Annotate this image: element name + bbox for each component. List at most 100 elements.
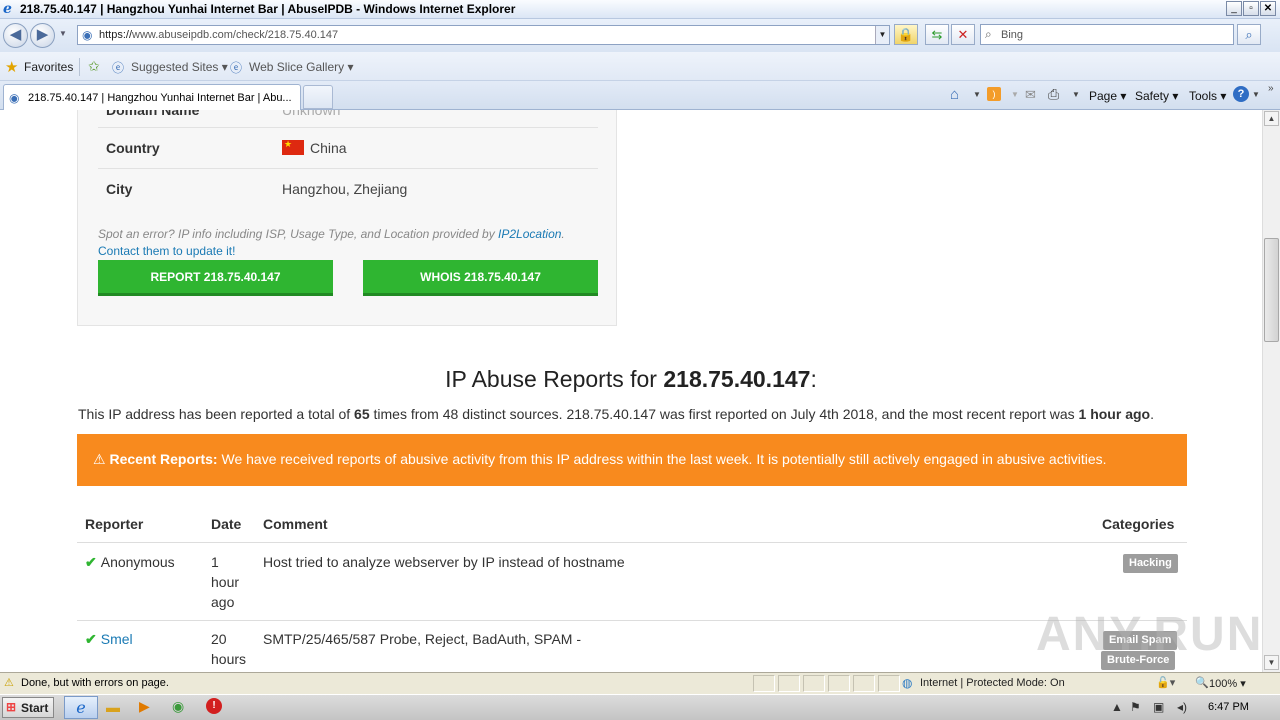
home-dropdown-icon[interactable]: ▼ [973, 90, 981, 99]
check-icon: ✔ [85, 631, 97, 647]
chrome-icon[interactable]: ◉ [172, 698, 184, 715]
suggested-sites-link[interactable]: Suggested Sites ▾ [131, 60, 228, 74]
status-cell [753, 675, 775, 692]
ip2location-link[interactable]: IP2Location [498, 227, 561, 241]
status-cell [828, 675, 850, 692]
page-icon: ◉ [82, 28, 93, 42]
network-icon[interactable]: ▣ [1153, 700, 1164, 714]
read-mail-icon[interactable]: ✉ [1025, 87, 1036, 103]
warning-icon: ⚠ [93, 451, 106, 467]
report-ip-button[interactable]: REPORT 218.75.40.147 [98, 260, 333, 296]
flag-icon[interactable]: ⚑ [1130, 700, 1141, 714]
web-slice-gallery-link[interactable]: Web Slice Gallery ▾ [249, 60, 354, 74]
address-dropdown-button[interactable]: ▼ [875, 26, 889, 44]
zoom-level[interactable]: 100% ▾ [1209, 677, 1246, 690]
recent-reports-alert: ⚠ Recent Reports: We have received repor… [77, 434, 1187, 486]
scroll-up-button[interactable]: ▲ [1264, 111, 1279, 126]
category-badge-hacking[interactable]: Hacking [1123, 554, 1178, 573]
page-content: Domain Name Unknown Country China City H… [0, 110, 1262, 672]
city-row: City Hangzhou, Zhejiang [98, 169, 598, 210]
zoom-icon: 🔍 [1195, 677, 1209, 689]
feeds-icon[interactable]: ) [987, 87, 1001, 101]
volume-icon[interactable]: ◂) [1177, 700, 1187, 714]
reporter-cell: ✔ Smel [85, 629, 133, 649]
status-cell [803, 675, 825, 692]
start-button[interactable]: ⊞ Start [2, 697, 54, 718]
domain-row: Domain Name Unknown [98, 110, 598, 128]
protected-mode-icon[interactable]: 🔓▾ [1156, 676, 1175, 689]
history-dropdown-icon[interactable]: ▼ [59, 29, 67, 38]
divider [79, 58, 80, 76]
tray-expand-icon[interactable]: ▲ [1111, 700, 1123, 714]
col-categories: Categories [1102, 516, 1175, 532]
windows-logo-icon: ⊞ [6, 700, 17, 714]
feeds-dropdown-icon[interactable]: ▼ [1011, 90, 1019, 99]
status-cell [853, 675, 875, 692]
tools-menu[interactable]: Tools ▾ [1189, 89, 1226, 103]
print-icon[interactable]: ⎙ [1048, 86, 1059, 103]
back-button[interactable]: ◀ [3, 23, 28, 48]
restore-button[interactable]: ▫ [1243, 1, 1259, 16]
print-dropdown-icon[interactable]: ▼ [1072, 90, 1080, 99]
search-input[interactable]: ⌕ Bing [980, 24, 1234, 45]
reports-heading: IP Abuse Reports for 218.75.40.147: [445, 366, 817, 392]
new-tab-button[interactable] [303, 85, 333, 109]
tab-active[interactable]: ◉ 218.75.40.147 | Hangzhou Yunhai Intern… [3, 84, 301, 110]
globe-icon: ◍ [902, 676, 913, 690]
tab-page-icon: ◉ [9, 91, 20, 105]
anyrun-watermark: ANY.RUN [1036, 608, 1262, 661]
lock-icon[interactable]: 🔒 [894, 24, 918, 45]
explorer-folder-icon[interactable]: ▬ [106, 699, 120, 715]
scrollbar-thumb[interactable] [1264, 238, 1279, 342]
forward-button[interactable]: ▶ [30, 23, 55, 48]
favorites-bar: ★ Favorites ✩ ⓔ Suggested Sites ▾ ⓔ Web … [0, 52, 1280, 81]
search-button[interactable]: ⌕ [1237, 24, 1261, 45]
ie-logo-icon: e [3, 1, 12, 17]
country-row: Country China [98, 128, 598, 169]
favorites-button[interactable]: Favorites [24, 60, 73, 74]
col-comment: Comment [263, 516, 328, 532]
ip-info-card: Domain Name Unknown Country China City H… [77, 110, 617, 326]
vertical-scrollbar[interactable]: ▲ ▼ [1262, 110, 1280, 672]
scroll-down-button[interactable]: ▼ [1264, 655, 1279, 670]
reporter-link[interactable]: Smel [101, 631, 133, 647]
status-cell [878, 675, 900, 692]
refresh-button[interactable]: ⇆ [925, 24, 949, 45]
status-text: Done, but with errors on page. [21, 677, 169, 689]
media-player-icon[interactable]: ▶ [139, 698, 150, 715]
country-value: China [282, 139, 347, 156]
stop-app-icon[interactable]: ! [206, 698, 222, 714]
safety-menu[interactable]: Safety ▾ [1135, 89, 1178, 103]
stop-button[interactable]: ✕ [951, 24, 975, 45]
status-cell [778, 675, 800, 692]
col-date: Date [211, 516, 242, 532]
status-bar: ⚠ Done, but with errors on page. ◍ Inter… [0, 672, 1280, 694]
city-value: Hangzhou, Zhejiang [282, 181, 408, 197]
city-label: City [106, 181, 133, 197]
help-dropdown-icon[interactable]: ▼ [1252, 90, 1260, 99]
help-icon[interactable]: ? [1233, 86, 1249, 102]
minimize-button[interactable]: _ [1226, 1, 1242, 16]
close-window-button[interactable]: ✕ [1260, 1, 1276, 16]
contact-update-link[interactable]: Contact them to update it! [98, 244, 235, 258]
ie-page-icon: ⓔ [112, 61, 125, 75]
taskbar: ⊞ Start e ▬ ▶ ◉ ! ▲ ⚑ ▣ ◂) 6:47 PM [0, 694, 1280, 720]
address-bar[interactable]: ◉ https://www.abuseipdb.com/check/218.75… [77, 25, 890, 45]
check-icon: ✔ [85, 554, 97, 570]
page-menu[interactable]: Page ▾ [1089, 89, 1126, 103]
web-slice-icon: ⓔ [230, 61, 243, 75]
home-icon[interactable]: ⌂ [950, 86, 959, 103]
ie-taskbar-icon[interactable]: e [64, 696, 98, 719]
chevron-more-icon[interactable]: » [1268, 83, 1274, 94]
search-placeholder: Bing [1001, 29, 1024, 41]
reports-summary: This IP address has been reported a tota… [78, 406, 1154, 422]
warning-icon[interactable]: ⚠ [4, 676, 14, 689]
clock[interactable]: 6:47 PM [1208, 701, 1249, 713]
security-zone[interactable]: Internet | Protected Mode: On [920, 677, 1065, 689]
whois-ip-button[interactable]: WHOIS 218.75.40.147 [363, 260, 598, 296]
tab-title: 218.75.40.147 | Hangzhou Yunhai Internet… [28, 92, 292, 104]
add-favorite-icon[interactable]: ✩ [88, 58, 100, 75]
reporter-cell: ✔ Anonymous [85, 554, 175, 570]
tab-bar: ◉ 218.75.40.147 | Hangzhou Yunhai Intern… [0, 81, 1280, 110]
address-url: https://www.abuseipdb.com/check/218.75.4… [99, 29, 339, 41]
